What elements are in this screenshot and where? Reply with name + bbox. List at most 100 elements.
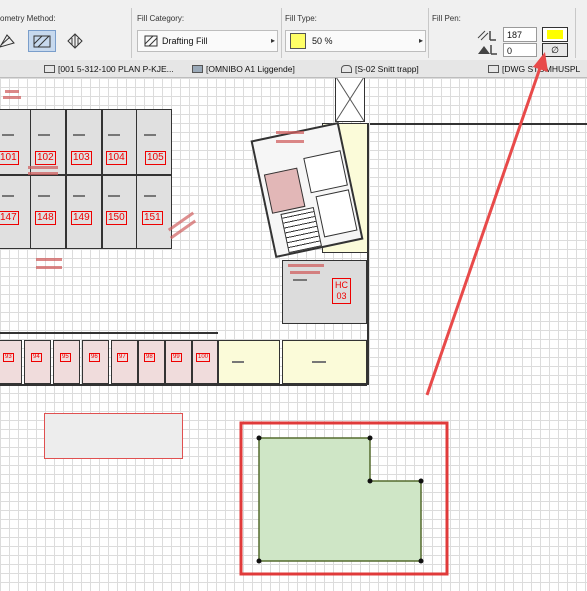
- plan-view-icon: [44, 64, 55, 73]
- floor-plan-canvas[interactable]: 101 102 103 104 105 147 148 149 150 151: [0, 78, 587, 591]
- wall-line: [0, 332, 218, 334]
- room[interactable]: [66, 109, 102, 175]
- room-stamp: [2, 195, 14, 197]
- zone-stamp: [3, 96, 21, 99]
- toilet-room: [303, 150, 348, 194]
- tab-dwg[interactable]: [DWG STOMHUSPL: [488, 62, 580, 75]
- hc-room-label: HC 03: [332, 278, 351, 304]
- tab-plan[interactable]: [001 5-312-100 PLAN P-KJE...: [44, 62, 174, 75]
- storage-room[interactable]: [138, 340, 165, 384]
- fill-category-label: Fill Category:: [137, 14, 185, 23]
- room-stamp: [108, 134, 120, 136]
- zone-stamp: [36, 266, 62, 269]
- room-stamp: [293, 279, 307, 281]
- room-number-label: 103: [71, 151, 92, 165]
- room-number-label: 101: [0, 151, 19, 165]
- tab-label: [S-02 Snitt trapp]: [355, 63, 419, 74]
- caret-right-icon: ▸: [271, 36, 276, 45]
- room-number-label: 150: [106, 211, 127, 225]
- wall-line: [370, 123, 587, 125]
- fill-polygon[interactable]: [258, 437, 422, 562]
- room-stamp: [232, 361, 244, 363]
- room[interactable]: [102, 109, 137, 175]
- geometry-method-buttons: [0, 27, 96, 55]
- storage-number-label: 99: [171, 353, 182, 362]
- background-pen-input[interactable]: 0: [503, 43, 537, 57]
- room-stamp: [2, 134, 14, 136]
- zone-stamp: [36, 258, 62, 261]
- view-tab-bar: [001 5-312-100 PLAN P-KJE... [OMNIBO A1 …: [0, 60, 587, 78]
- yellow-room[interactable]: [218, 340, 280, 384]
- wall-line: [367, 123, 369, 385]
- room-stamp: [73, 134, 85, 136]
- tab-section[interactable]: [S-02 Snitt trapp]: [341, 62, 419, 75]
- zone-stamp: [288, 264, 324, 267]
- fill-category-value: Drafting Fill: [162, 36, 208, 46]
- toolbar-separator: [575, 8, 576, 58]
- room-stamp: [144, 195, 156, 197]
- light-shaft: [335, 78, 365, 122]
- tab-layout[interactable]: [OMNIBO A1 Liggende]: [192, 62, 295, 75]
- toolbar: ometry Method: Fill Category: Drafting F…: [0, 0, 587, 61]
- background-pen-icon: [476, 42, 498, 61]
- zone-stamp: [290, 271, 320, 274]
- fill-pen-label: Fill Pen:: [432, 14, 461, 23]
- room-number-label: 149: [71, 211, 92, 225]
- stair: [280, 206, 322, 254]
- vertex-handle[interactable]: [256, 435, 262, 441]
- storage-number-label: 98: [144, 353, 155, 362]
- storage-room[interactable]: [0, 340, 22, 384]
- fill-pen-color-button[interactable]: [542, 27, 568, 42]
- fill-type-dropdown[interactable]: 50 % ▸: [285, 30, 426, 52]
- tab-label: [DWG STOMHUSPL: [502, 63, 581, 74]
- room-stamp: [144, 134, 156, 136]
- vertex-handle[interactable]: [256, 558, 262, 564]
- storage-room[interactable]: [82, 340, 109, 384]
- vertex-handle[interactable]: [367, 478, 373, 484]
- toolbar-separator: [428, 8, 429, 58]
- fill-pen-input[interactable]: 187: [503, 27, 537, 42]
- tab-label: [OMNIBO A1 Liggende]: [206, 63, 295, 74]
- zone-stamp: [5, 90, 19, 93]
- room-stamp: [108, 195, 120, 197]
- hc-room[interactable]: [282, 260, 367, 324]
- rotated-zone-stamp: [169, 219, 197, 240]
- vertex-handle[interactable]: [418, 478, 424, 484]
- room-stamp: [38, 134, 50, 136]
- fill-type-label: Fill Type:: [285, 14, 317, 23]
- fill-type-value: 50 %: [312, 36, 333, 46]
- room-stamp: [38, 195, 50, 197]
- room-number-label: 147: [0, 211, 19, 225]
- geometry-polygon-icon[interactable]: [28, 30, 56, 52]
- storage-number-label: 96: [89, 353, 100, 362]
- storage-room[interactable]: [165, 340, 192, 384]
- fill-type-swatch: [290, 33, 306, 49]
- hatched-rectangle[interactable]: [44, 413, 183, 459]
- room-number-label: 104: [106, 151, 127, 165]
- fill-category-dropdown[interactable]: Drafting Fill ▸: [137, 30, 278, 52]
- geometry-rotated-icon[interactable]: [64, 31, 86, 51]
- vertex-handle[interactable]: [367, 435, 373, 441]
- vertex-handle[interactable]: [418, 558, 424, 564]
- zone-stamp: [28, 172, 58, 175]
- room-stamp: [73, 195, 85, 197]
- fill-pen-color-swatch: [547, 30, 563, 39]
- transparent-icon: ∅: [551, 45, 559, 55]
- background-pen-color-button[interactable]: ∅: [542, 43, 568, 57]
- storage-number-label: 94: [31, 353, 42, 362]
- storage-room[interactable]: [24, 340, 51, 384]
- hc-number: 03: [336, 291, 347, 301]
- room-number-label: 151: [142, 211, 163, 225]
- wall-line: [0, 384, 367, 386]
- room-number-label: 148: [35, 211, 56, 225]
- storage-room[interactable]: [111, 340, 138, 384]
- room[interactable]: [136, 109, 172, 175]
- section-icon: [341, 64, 352, 73]
- storage-number-label: 97: [117, 353, 128, 362]
- storage-room[interactable]: [192, 340, 218, 384]
- geometry-method-label: ometry Method:: [0, 14, 56, 23]
- storage-room[interactable]: [53, 340, 80, 384]
- geometry-rectangle-icon[interactable]: [0, 31, 16, 49]
- room-stamp: [312, 361, 326, 363]
- storage-number-label: 95: [60, 353, 71, 362]
